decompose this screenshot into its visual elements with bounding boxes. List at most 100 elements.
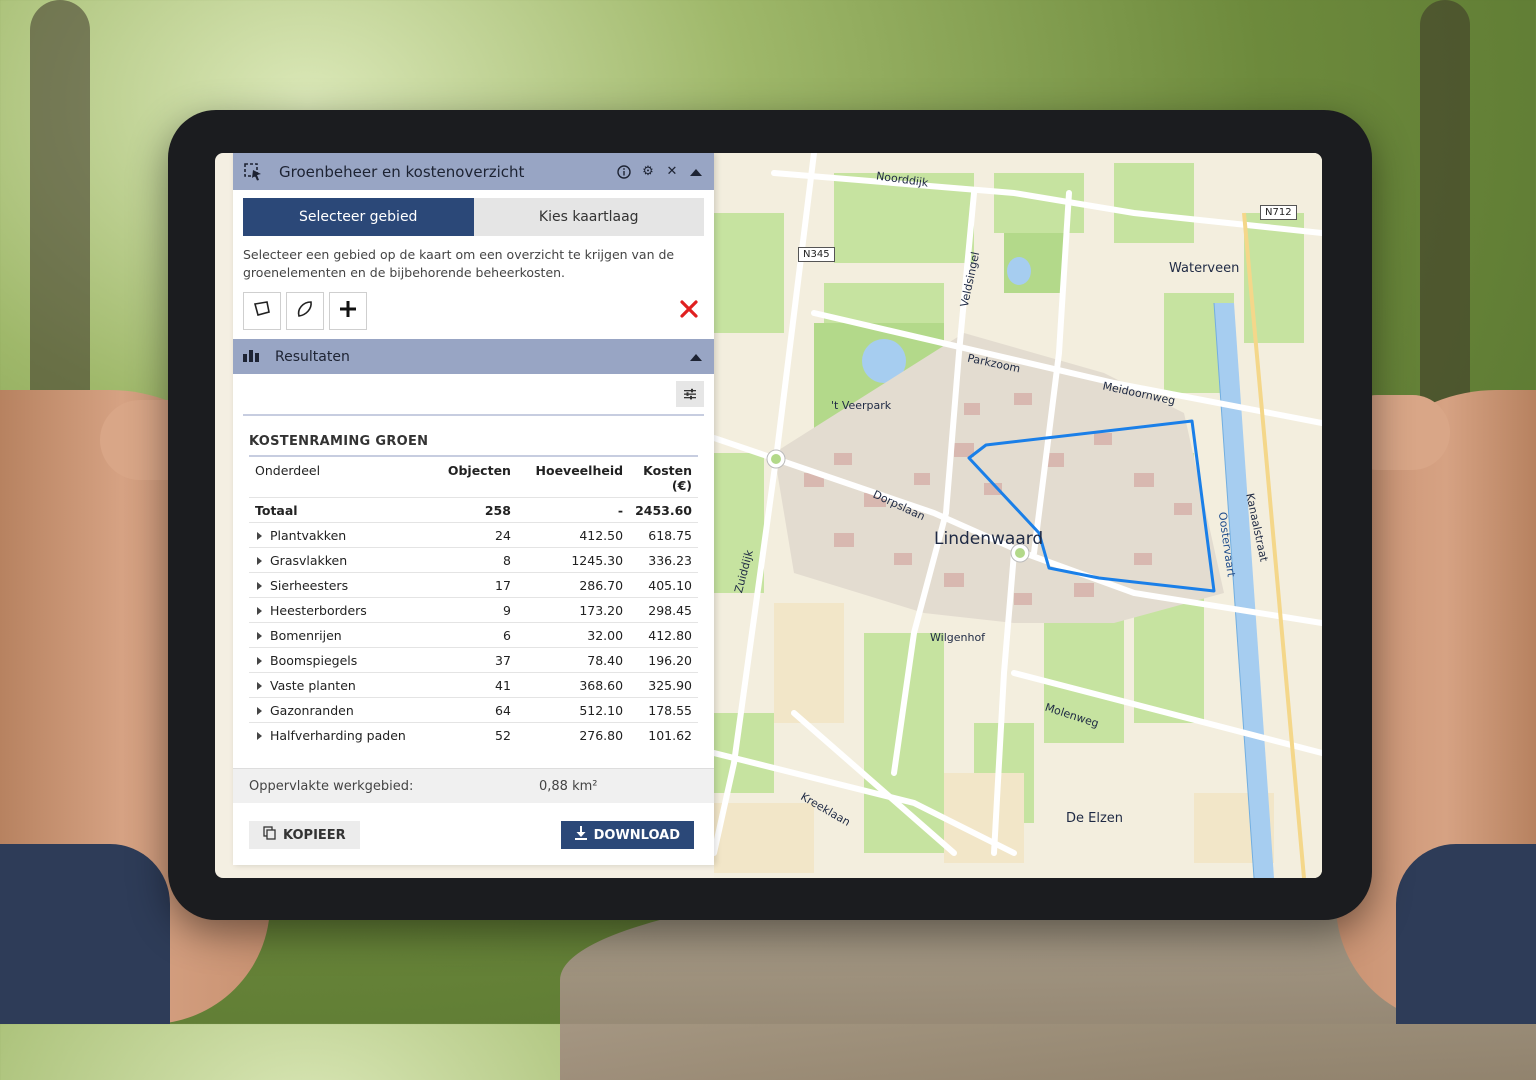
filter-settings-button[interactable] xyxy=(676,381,704,407)
cell-cost: 336.23 xyxy=(629,547,698,573)
gear-icon[interactable]: ⚙ xyxy=(638,162,658,182)
cell-objects: 37 xyxy=(432,647,517,673)
expand-caret-icon[interactable] xyxy=(257,682,262,690)
panel-titlebar: Groenbeheer en kostenoverzicht ⚙ ✕ xyxy=(233,153,714,190)
cell-quantity: 173.20 xyxy=(516,597,630,623)
cell-cost: 298.45 xyxy=(629,597,698,623)
cell-objects: 41 xyxy=(432,672,517,698)
table-row[interactable]: Vaste planten 41 368.60 325.90 xyxy=(249,672,698,698)
cell-quantity: 368.60 xyxy=(516,672,630,698)
freehand-select-icon xyxy=(295,299,315,323)
close-icon[interactable]: ✕ xyxy=(662,162,682,182)
road-shield: N345 xyxy=(798,247,835,262)
selection-toolbar xyxy=(243,292,704,330)
expand-caret-icon[interactable] xyxy=(257,582,262,590)
cell-objects: 52 xyxy=(432,722,517,747)
table-row[interactable]: Bomenrijen 6 32.00 412.80 xyxy=(249,622,698,648)
sliders-icon xyxy=(683,385,697,404)
collapse-icon[interactable] xyxy=(686,162,706,182)
results-header[interactable]: Resultaten xyxy=(233,339,714,374)
freehand-select-button[interactable] xyxy=(286,292,324,330)
panel-title: Groenbeheer en kostenoverzicht xyxy=(279,162,525,181)
expand-caret-icon[interactable] xyxy=(257,632,262,640)
info-icon[interactable] xyxy=(614,162,634,182)
cell-quantity: 32.00 xyxy=(516,622,630,648)
copy-label: KOPIEER xyxy=(283,827,346,843)
map-view[interactable]: Noorddijk Veldsingel Parkzoom Meidoornwe… xyxy=(714,153,1322,878)
table-row[interactable]: Sierheesters 17 286.70 405.10 xyxy=(249,572,698,598)
polygon-select-button[interactable] xyxy=(243,292,281,330)
cell-quantity: 512.10 xyxy=(516,697,630,723)
panel-tabs: Selecteer gebied Kies kaartlaag xyxy=(243,198,704,236)
download-label: DOWNLOAD xyxy=(593,827,680,843)
tool-panel: Groenbeheer en kostenoverzicht ⚙ ✕ Selec… xyxy=(233,153,714,865)
expand-caret-icon[interactable] xyxy=(257,657,262,665)
cell-quantity: 78.40 xyxy=(516,647,630,673)
expand-caret-icon[interactable] xyxy=(257,557,262,565)
expand-caret-icon[interactable] xyxy=(257,607,262,615)
cell-cost: 101.62 xyxy=(629,722,698,747)
cell-cost: 2453.60 xyxy=(629,497,698,523)
work-area-summary: Oppervlakte werkgebied: 0,88 km² xyxy=(233,768,714,803)
download-button[interactable]: DOWNLOAD xyxy=(560,821,694,849)
cell-name: Plantvakken xyxy=(270,527,347,543)
cell-name: Totaal xyxy=(249,497,433,523)
panel-footer: KOPIEER DOWNLOAD xyxy=(233,809,714,861)
work-area-label: Oppervlakte werkgebied: xyxy=(249,778,414,794)
cell-cost: 412.80 xyxy=(629,622,698,648)
table-row[interactable]: Halfverharding paden 52 276.80 101.62 xyxy=(249,722,698,747)
park-label: 't Veerpark xyxy=(831,399,892,412)
cell-cost: 405.10 xyxy=(629,572,698,598)
cell-objects: 64 xyxy=(432,697,517,723)
collapse-icon[interactable] xyxy=(686,347,706,367)
cell-quantity: 412.50 xyxy=(516,522,630,548)
work-area-value: 0,88 km² xyxy=(539,778,598,794)
panel-description: Selecteer een gebied op de kaart om een … xyxy=(243,247,675,280)
cell-objects: 9 xyxy=(432,597,517,623)
place-label: De Elzen xyxy=(1066,811,1124,826)
cell-objects: 24 xyxy=(432,522,517,548)
table-row[interactable]: Gazonranden 64 512.10 178.55 xyxy=(249,697,698,723)
cost-estimate-title: KOSTENRAMING GROEN xyxy=(249,434,698,457)
table-row[interactable]: Heesterborders 9 173.20 298.45 xyxy=(249,597,698,623)
cell-objects: 258 xyxy=(432,497,517,523)
close-red-icon xyxy=(679,299,699,323)
cell-cost: 196.20 xyxy=(629,647,698,673)
cell-name: Boomspiegels xyxy=(270,652,358,668)
results-title: Resultaten xyxy=(275,348,350,365)
cell-objects: 6 xyxy=(432,622,517,648)
tab-select-area[interactable]: Selecteer gebied xyxy=(243,198,474,236)
town-label: Lindenwaard xyxy=(934,529,1044,549)
cell-name: Grasvlakken xyxy=(270,552,348,568)
cell-name: Sierheesters xyxy=(270,577,349,593)
add-button[interactable] xyxy=(329,292,367,330)
tab-choose-layer[interactable]: Kies kaartlaag xyxy=(473,198,704,236)
place-label: Waterveen xyxy=(1169,261,1240,276)
road-shield: N712 xyxy=(1260,205,1297,220)
cell-cost: 325.90 xyxy=(629,672,698,698)
cell-quantity: - xyxy=(516,497,630,523)
tree-trunk xyxy=(30,0,90,420)
table-row[interactable]: Grasvlakken 8 1245.30 336.23 xyxy=(249,547,698,573)
table-row-total: Totaal 258 - 2453.60 xyxy=(249,497,698,523)
clear-selection-button[interactable] xyxy=(674,296,704,326)
tablet-screen: Noorddijk Veldsingel Parkzoom Meidoornwe… xyxy=(215,153,1322,878)
select-area-icon xyxy=(241,160,265,184)
column-header-quantity: Hoeveelheid xyxy=(535,463,624,478)
plus-icon xyxy=(338,299,358,323)
download-icon xyxy=(574,826,587,844)
cell-name: Bomenrijen xyxy=(270,627,342,643)
expand-caret-icon[interactable] xyxy=(257,707,262,715)
table-row[interactable]: Boomspiegels 37 78.40 196.20 xyxy=(249,647,698,673)
cell-quantity: 1245.30 xyxy=(516,547,630,573)
place-label: Wilgenhof xyxy=(930,631,986,644)
results-toolbar xyxy=(243,374,704,416)
tree-trunk xyxy=(1420,0,1470,430)
column-header-objects: Objecten xyxy=(447,463,511,478)
expand-caret-icon[interactable] xyxy=(257,532,262,540)
copy-button[interactable]: KOPIEER xyxy=(249,821,360,849)
copy-icon xyxy=(263,826,276,844)
table-row[interactable]: Plantvakken 24 412.50 618.75 xyxy=(249,522,698,548)
column-header-cost: Kosten (€) xyxy=(643,463,692,493)
expand-caret-icon[interactable] xyxy=(257,732,262,740)
